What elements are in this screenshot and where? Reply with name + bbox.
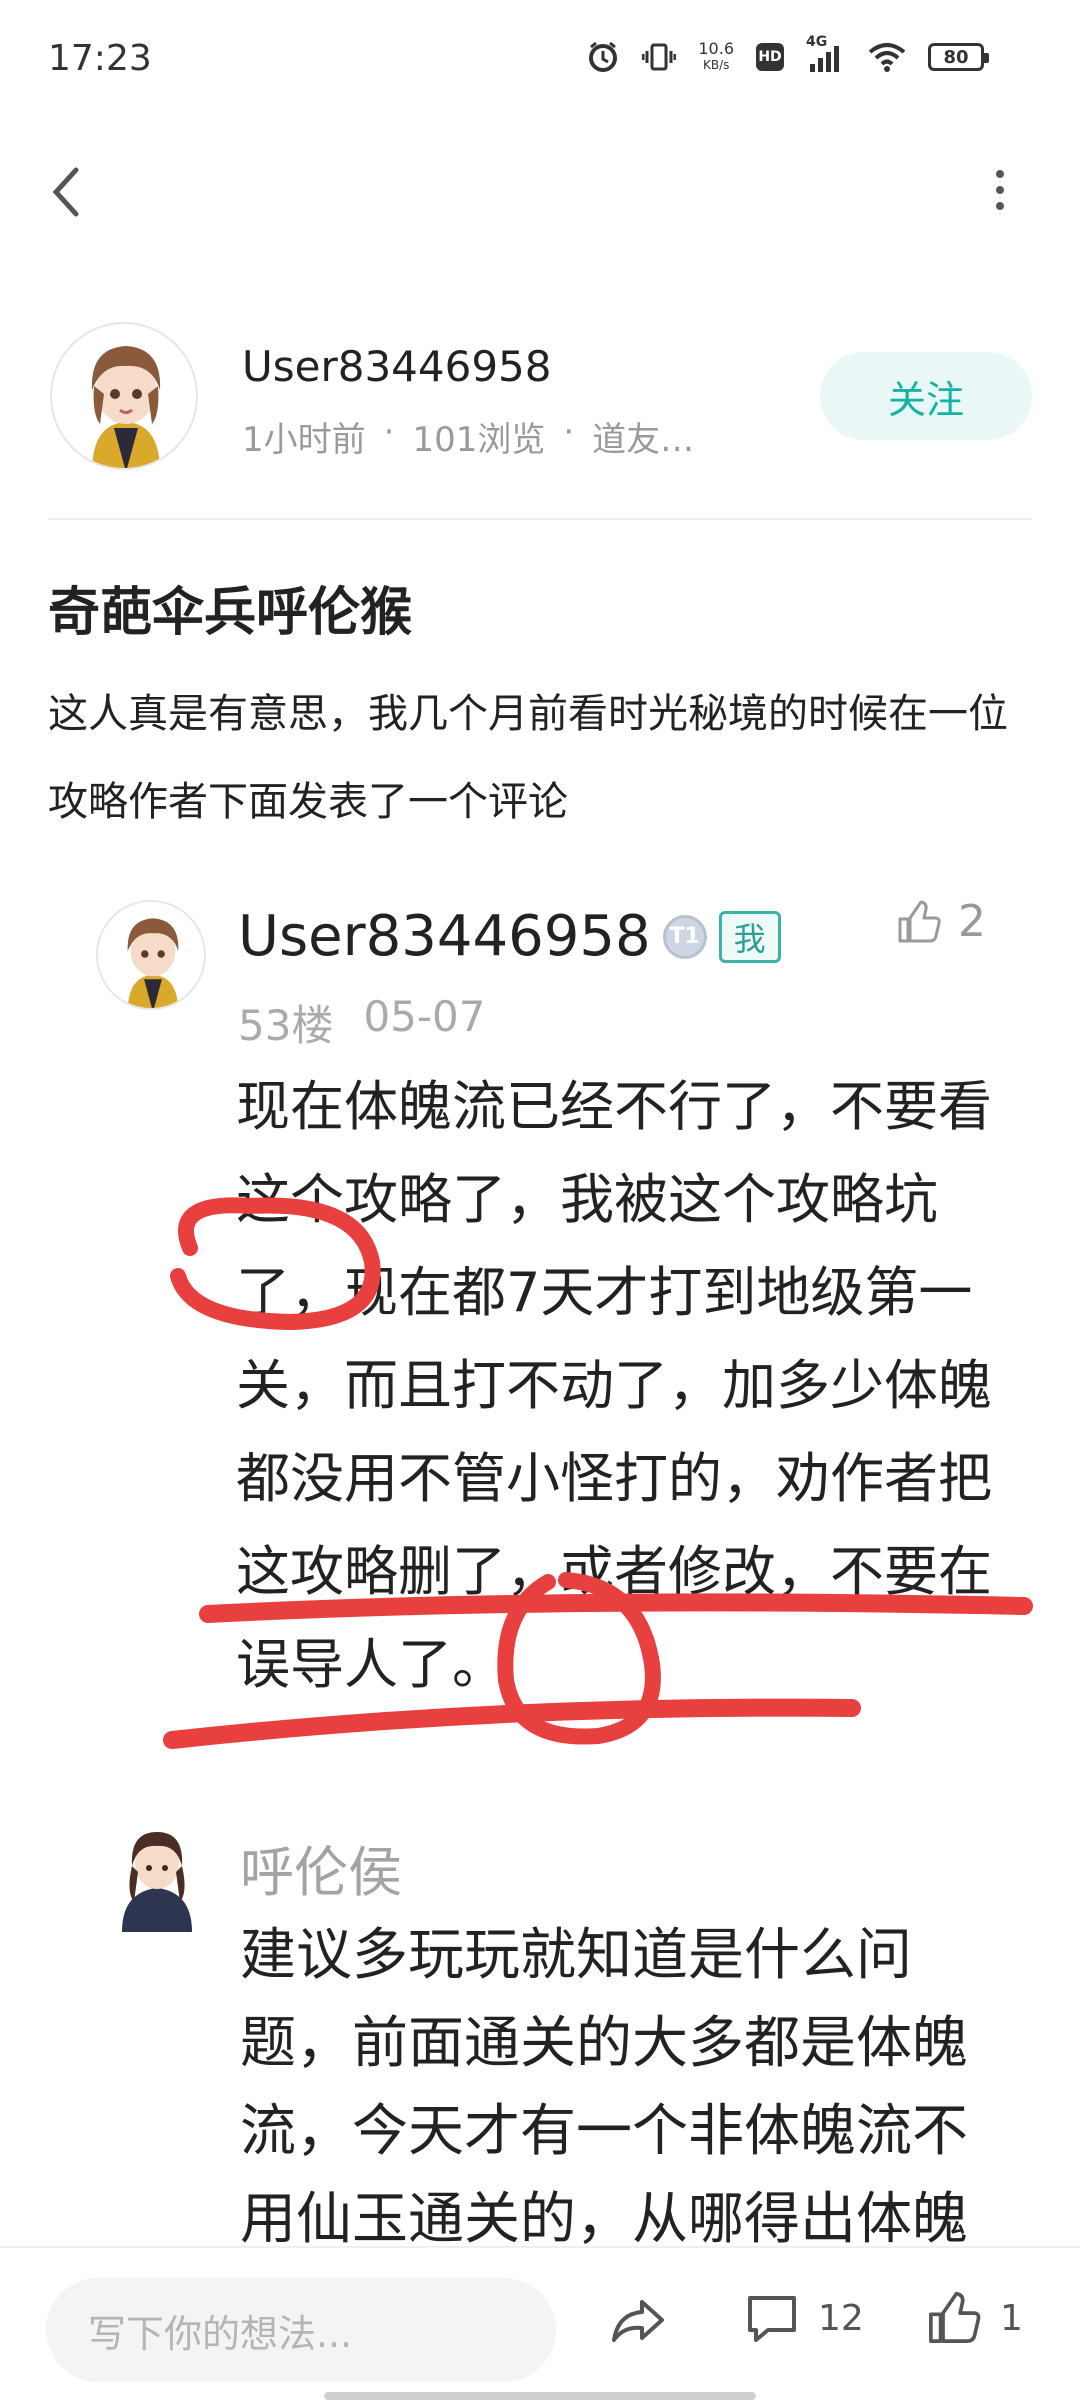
avatar-illustration xyxy=(52,324,196,468)
annotation-underline-2 xyxy=(163,1698,861,1749)
more-vertical-icon xyxy=(996,170,1004,210)
battery-icon: 80 xyxy=(928,43,989,71)
vibrate-icon xyxy=(642,40,677,74)
wifi-icon xyxy=(868,42,906,72)
likes-count: 1 xyxy=(1000,2297,1023,2339)
status-bar: 17:23 10.6 KB/s HD 4G 80 xyxy=(0,0,1080,120)
post-body: 这人真是有意思，我几个月前看时光秘境的时候在一位攻略作者下面发表了一个评论 xyxy=(48,691,1008,825)
thumbs-up-icon xyxy=(929,2291,981,2343)
home-indicator xyxy=(324,2392,756,2400)
screenshot-like-count: 2 xyxy=(958,896,986,947)
avatar-illustration xyxy=(122,1832,192,1932)
battery-level: 80 xyxy=(943,46,969,68)
level-badge: T1 xyxy=(662,914,707,959)
thumbs-up-icon xyxy=(898,900,941,942)
screenshot-reply-user: 呼伦侯 xyxy=(240,1841,402,1904)
author-tag: 道友… xyxy=(592,420,695,460)
share-icon xyxy=(612,2300,664,2342)
comments-count: 12 xyxy=(818,2297,864,2339)
screenshot-reply-avatar xyxy=(112,1822,202,1932)
chevron-left-icon xyxy=(52,167,79,217)
status-icons: 10.6 KB/s HD 4G 80 xyxy=(586,34,989,74)
net-speed-value: 10.6 xyxy=(698,39,734,58)
screenshot-comment-like: 2 xyxy=(896,896,986,947)
meta-separator: · xyxy=(563,412,575,452)
network-speed: 10.6 KB/s xyxy=(698,41,734,73)
cellular-signal-icon: 4G xyxy=(806,34,846,74)
meta-separator: · xyxy=(383,412,395,452)
author-meta: 1小时前 · 101浏览 · 道友… xyxy=(242,412,694,461)
alarm-icon xyxy=(586,40,620,74)
network-type: 4G xyxy=(806,34,828,50)
author-name[interactable]: User83446958 xyxy=(242,342,552,391)
screenshot-comment-username: User83446958 xyxy=(238,904,651,969)
avatar-illustration xyxy=(98,902,204,1008)
screenshot-comment-meta: 53楼 05-07 xyxy=(238,992,486,1053)
screenshot-reply-text: 建议多玩玩就知道是什么问题，前面通关的大多都是体魄流，今天才有一个非体魄流不用仙… xyxy=(240,1923,968,2252)
me-badge: 我 xyxy=(718,910,781,963)
more-options-button[interactable] xyxy=(980,160,1020,220)
floor-number: 53楼 xyxy=(238,1001,334,1050)
comment-input[interactable]: 写下你的想法... xyxy=(46,2278,556,2382)
back-button[interactable] xyxy=(46,162,86,222)
screenshot-comment-avatar xyxy=(96,900,206,1010)
screenshot-comment-text: 现在体魄流已经不行了，不要看这个攻略了，我被这个攻略坑了，现在都7天才打到地级第… xyxy=(236,1075,992,1696)
share-button[interactable] xyxy=(608,2290,668,2350)
status-time: 17:23 xyxy=(48,38,152,79)
view-count: 101浏览 xyxy=(412,420,546,460)
author-avatar[interactable] xyxy=(50,322,198,470)
like-button[interactable]: 1 xyxy=(926,2290,1023,2346)
screenshot-comment-user: User83446958 T1 我 xyxy=(238,904,781,969)
bottom-action-bar: 写下你的想法... 12 1 xyxy=(0,2246,1080,2408)
comment-date: 05-07 xyxy=(363,992,486,1041)
follow-button[interactable]: 关注 xyxy=(820,352,1032,440)
net-speed-unit: KB/s xyxy=(702,58,730,72)
comments-button[interactable]: 12 xyxy=(744,2290,864,2346)
post-time: 1小时前 xyxy=(242,420,366,460)
divider xyxy=(48,518,1032,520)
comment-icon xyxy=(748,2296,796,2342)
post-title: 奇葩伞兵呼伦猴 xyxy=(48,583,413,643)
hd-badge: HD xyxy=(756,43,784,71)
